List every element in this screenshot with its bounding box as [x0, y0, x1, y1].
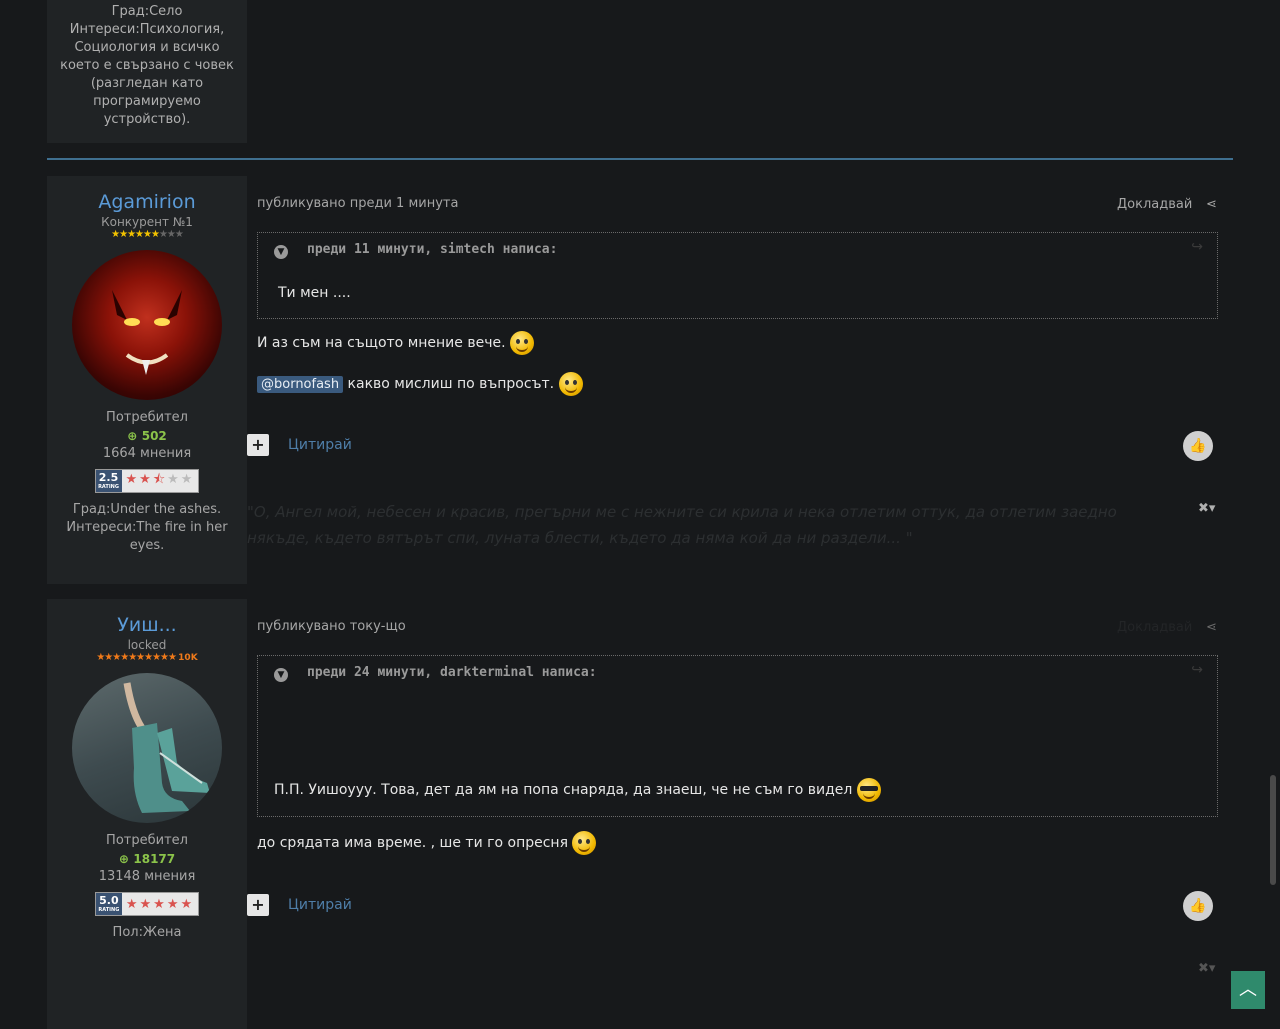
info-line: Социология и всичко — [74, 40, 220, 55]
author-info: Пол:Жена — [47, 924, 247, 942]
plus-circle-icon: ⊕ — [118, 852, 129, 866]
signature-hide-icon[interactable]: ✖▾ — [1198, 501, 1215, 516]
info-line: Град:Село — [111, 4, 183, 19]
author-rank: locked — [127, 638, 167, 652]
report-link[interactable]: Докладвай — [1117, 197, 1192, 212]
author-group: Потребител — [106, 833, 188, 848]
info-line: устройство). — [103, 112, 191, 127]
author-avatar[interactable] — [72, 250, 222, 400]
quote-header: преди 11 минути, simtech написа: — [307, 242, 558, 257]
smile-emoji-icon — [558, 372, 583, 396]
post1-author-column: Agamirion Конкурент №1 ★★★★★★★★★ Потреби… — [47, 176, 247, 584]
smile-emoji-icon — [572, 831, 597, 855]
info-line: eyes. — [129, 538, 165, 553]
chevron-up-icon: ︿ — [1239, 979, 1257, 1000]
reputation-badge: ⊕ 18177 — [47, 850, 247, 868]
rank-stars: ★★★★★★★★★ — [111, 229, 184, 240]
post2-author-column: Уиш... locked ★★★★★★★★★★ 10K Потребител … — [47, 599, 247, 1029]
quote-jump-icon[interactable]: ↪ — [1191, 662, 1203, 678]
rank-stars: ★★★★★★★★★★ 10K — [96, 652, 198, 663]
like-button[interactable]: 👍 — [1183, 891, 1213, 921]
chevron-down-icon[interactable]: ▼ — [274, 245, 288, 259]
rating-stars: ★★★★★ — [125, 896, 195, 912]
prev-author-column: Град:Село Интереси:Психология, Социологи… — [47, 0, 247, 143]
devil-face-icon — [112, 290, 182, 375]
chevron-down-icon[interactable]: ▼ — [274, 668, 288, 682]
post-paragraph: до срядата има време. , ше ти го опресня — [257, 831, 597, 855]
post-timestamp[interactable]: публикувано току-що — [257, 619, 406, 634]
multiquote-button[interactable]: + — [247, 894, 269, 916]
quote-text: Ти мен .... — [278, 285, 351, 301]
post-paragraph: @bornofash какво мислиш по въпросът. — [257, 372, 583, 396]
share-icon[interactable]: ⋖ — [1206, 620, 1217, 635]
post-timestamp[interactable]: публикувано преди 1 минута — [257, 196, 458, 211]
scroll-to-top-button[interactable]: ︿ — [1231, 971, 1265, 1009]
author-info: Град:Under the ashes. Интереси:The fire … — [47, 501, 247, 555]
quote-text: П.П. Уишоууу. Това, дет да ям на попа сн… — [274, 778, 881, 802]
author-avatar[interactable] — [72, 673, 222, 823]
quote-jump-icon[interactable]: ↪ — [1191, 239, 1203, 255]
posts-count: 13148 мнения — [98, 869, 196, 884]
info-line: Град:Under the ashes. — [72, 502, 222, 517]
quote-block: ▼ преди 11 минути, simtech написа: ↪ Ти … — [257, 232, 1218, 319]
cool-emoji-icon — [856, 778, 881, 802]
info-line: програмируемо — [93, 94, 201, 109]
plus-circle-icon: ⊕ — [127, 429, 138, 443]
reputation-value: 502 — [141, 429, 167, 443]
rating-value: 5.0 RATING — [95, 893, 122, 915]
info-line: което е свързано с човек — [60, 58, 234, 73]
quote-button[interactable]: Цитирай — [288, 437, 352, 453]
quote-header: преди 24 минути, darkterminal написа: — [307, 665, 597, 680]
author-group: Потребител — [106, 410, 188, 425]
rating-value: 2.5 RATING — [95, 470, 122, 492]
author-rank: Конкурент №1 — [101, 215, 193, 229]
signature-hide-icon[interactable]: ✖▾ — [1198, 961, 1215, 976]
info-line: (разгледан като — [90, 76, 204, 91]
share-icon[interactable]: ⋖ — [1206, 197, 1217, 212]
user-signature: "О, Ангел мой, небесен и красив, прегърн… — [247, 503, 1117, 547]
reputation-value: 18177 — [133, 852, 176, 866]
thumbs-up-icon: 👍 — [1189, 898, 1207, 914]
quote-button[interactable]: Цитирай — [288, 897, 352, 913]
smile-emoji-icon — [510, 331, 534, 355]
rating-widget: 2.5 RATING ★★⯪★★ — [47, 469, 247, 493]
boots-image-icon — [123, 682, 210, 813]
info-line: Интереси:The fire in her — [66, 520, 228, 535]
thumbs-up-icon: 👍 — [1189, 438, 1207, 454]
posts-count: 1664 мнения — [102, 446, 192, 461]
rating-stars: ★★⯪★★ — [125, 472, 195, 487]
multiquote-button[interactable]: + — [247, 434, 269, 456]
report-link[interactable]: Докладвай — [1117, 620, 1192, 635]
user-mention-link[interactable]: @bornofash — [257, 376, 344, 393]
quote-block: ▼ преди 24 минути, darkterminal написа: … — [257, 655, 1218, 817]
author-name-link[interactable]: Agamirion — [47, 176, 247, 213]
author-name-link[interactable]: Уиш... — [47, 599, 247, 636]
reputation-badge: ⊕ 502 — [47, 427, 247, 445]
info-line: Пол:Жена — [112, 925, 182, 940]
page-scrollbar-thumb[interactable] — [1270, 775, 1276, 885]
like-button[interactable]: 👍 — [1183, 431, 1213, 461]
info-line: Интереси:Психология, — [69, 22, 225, 37]
post-divider — [47, 158, 1233, 160]
rating-widget: 5.0 RATING ★★★★★ — [47, 892, 247, 916]
prev-author-info: Град:Село Интереси:Психология, Социологи… — [47, 0, 247, 129]
post-paragraph: И аз съм на същото мнение вече. — [257, 331, 534, 355]
